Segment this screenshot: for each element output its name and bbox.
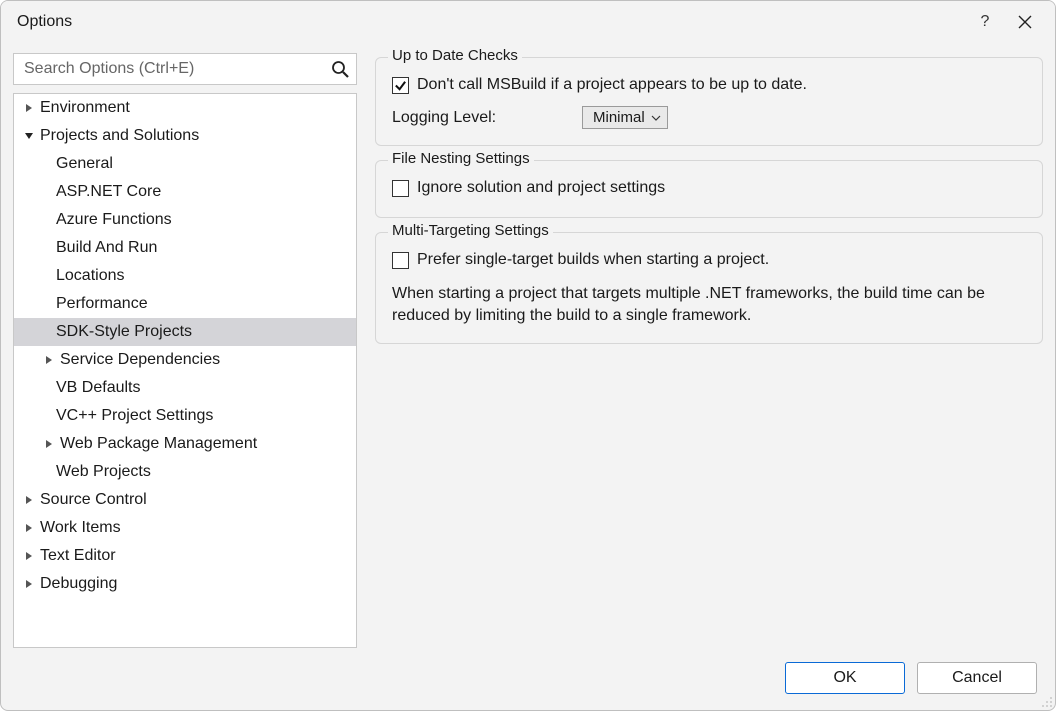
checkbox-label: Ignore solution and project settings [417,179,665,197]
tree-item[interactable]: Service Dependencies [14,346,356,374]
tree-item-label: Debugging [40,572,117,596]
tree-item-label: SDK-Style Projects [56,320,192,344]
tree-item-label: Azure Functions [56,208,172,232]
dialog-body: Environment Projects and Solutions General… [1,43,1055,648]
multitarget-description: When starting a project that targets mul… [392,283,1026,327]
search-input[interactable] [13,53,357,85]
tree-item-label: Environment [40,96,130,120]
tree-item[interactable]: Azure Functions [14,206,356,234]
search-wrap [13,53,357,85]
group-filenesting: File Nesting Settings Ignore solution an… [375,160,1043,218]
tree-item[interactable]: Debugging [14,570,356,598]
left-panel: Environment Projects and Solutions General… [13,53,357,648]
tree-item[interactable]: Locations [14,262,356,290]
logging-level-value: Minimal [593,109,645,126]
group-uptodate-legend: Up to Date Checks [388,47,522,64]
checkbox-box [392,252,409,269]
tree-item-label: Source Control [40,488,147,512]
tree-item[interactable]: Performance [14,290,356,318]
logging-row: Logging Level: Minimal [392,106,1026,129]
group-multitarget: Multi-Targeting Settings Prefer single-t… [375,232,1043,344]
checkbox-label: Don't call MSBuild if a project appears … [417,76,807,94]
tree-item-label: Locations [56,264,125,288]
tree-item-label: VC++ Project Settings [56,404,213,428]
resize-grip-icon[interactable] [1039,694,1053,708]
window-title: Options [11,13,965,31]
tree-item-label: Performance [56,292,148,316]
options-dialog: Options ? Environment Projects and Soluti… [0,0,1056,711]
tree-item-label: General [56,152,113,176]
checkbox-box [392,77,409,94]
expander-closed-icon[interactable] [22,577,36,591]
tree-item[interactable]: Environment [14,94,356,122]
dialog-footer: OK Cancel [1,648,1055,710]
expander-closed-icon[interactable] [42,353,56,367]
tree-item[interactable]: SDK-Style Projects [14,318,356,346]
group-multitarget-legend: Multi-Targeting Settings [388,222,553,239]
help-button[interactable]: ? [965,7,1005,37]
checkbox-box [392,180,409,197]
tree-item-label: VB Defaults [56,376,140,400]
checkbox-prefer-single-target[interactable]: Prefer single-target builds when startin… [392,251,769,269]
tree-item[interactable]: Web Projects [14,458,356,486]
settings-panel: Up to Date Checks Don't call MSBuild if … [375,53,1043,648]
expander-closed-icon[interactable] [22,521,36,535]
tree-item[interactable]: VC++ Project Settings [14,402,356,430]
tree-item[interactable]: Work Items [14,514,356,542]
group-uptodate: Up to Date Checks Don't call MSBuild if … [375,57,1043,146]
tree-item[interactable]: Text Editor [14,542,356,570]
tree-item[interactable]: Build And Run [14,234,356,262]
tree-item[interactable]: ASP.NET Core [14,178,356,206]
expander-open-icon[interactable] [22,129,36,143]
options-tree[interactable]: Environment Projects and Solutions General… [13,93,357,648]
tree-item-label: Text Editor [40,544,116,568]
check-icon [394,79,407,92]
group-filenesting-legend: File Nesting Settings [388,150,534,167]
expander-closed-icon[interactable] [22,549,36,563]
cancel-button[interactable]: Cancel [917,662,1037,694]
checkbox-ignore-settings[interactable]: Ignore solution and project settings [392,179,665,197]
tree-item-label: Work Items [40,516,121,540]
close-button[interactable] [1005,7,1045,37]
titlebar: Options ? [1,1,1055,43]
tree-item-label: Service Dependencies [60,348,220,372]
help-icon: ? [981,13,990,31]
tree-item-label: Web Projects [56,460,151,484]
chevron-down-icon [651,113,661,123]
tree-item[interactable]: Source Control [14,486,356,514]
checkbox-dont-call-msbuild[interactable]: Don't call MSBuild if a project appears … [392,76,807,94]
tree-item-label: Projects and Solutions [40,124,199,148]
tree-item[interactable]: VB Defaults [14,374,356,402]
expander-closed-icon[interactable] [42,437,56,451]
tree-item-label: ASP.NET Core [56,180,161,204]
tree-item-label: Web Package Management [60,432,257,456]
tree-item[interactable]: General [14,150,356,178]
checkbox-label: Prefer single-target builds when startin… [417,251,769,269]
logging-level-select[interactable]: Minimal [582,106,668,129]
logging-level-label: Logging Level: [392,109,572,127]
close-icon [1018,15,1032,29]
tree-item[interactable]: Projects and Solutions [14,122,356,150]
ok-button[interactable]: OK [785,662,905,694]
tree-item[interactable]: Web Package Management [14,430,356,458]
search-icon [331,60,349,78]
expander-closed-icon[interactable] [22,101,36,115]
tree-item-label: Build And Run [56,236,157,260]
expander-closed-icon[interactable] [22,493,36,507]
